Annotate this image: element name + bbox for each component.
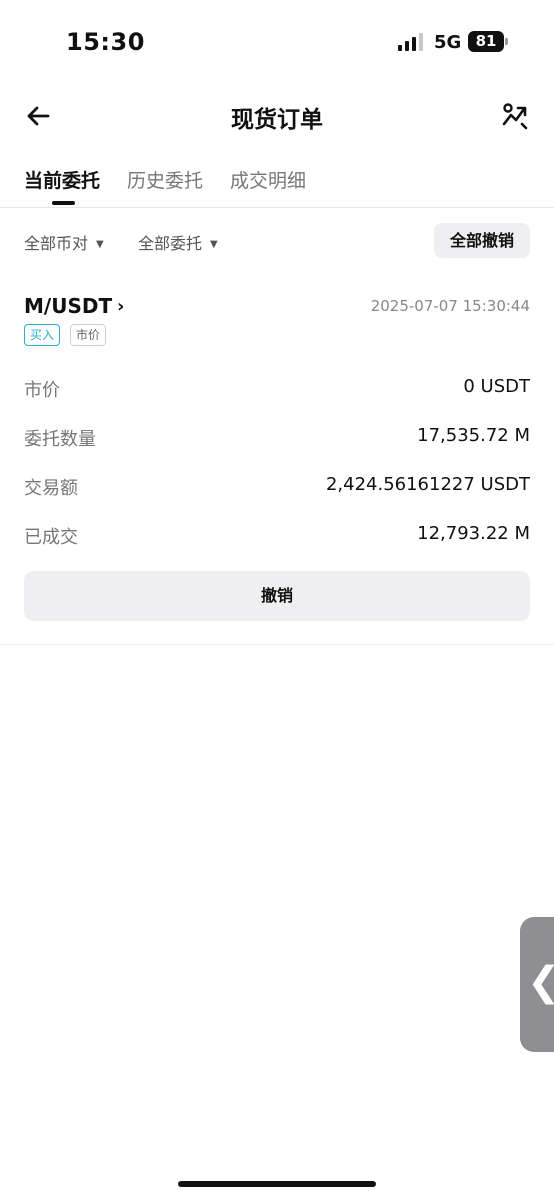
filled-label: 已成交 bbox=[24, 527, 78, 548]
order-type-badge: 市价 bbox=[70, 324, 107, 346]
chevron-left-icon: ❮ bbox=[527, 959, 554, 1005]
order-pair[interactable]: M/USDT bbox=[24, 294, 112, 318]
type-filter-label: 全部委托 bbox=[138, 234, 203, 253]
tab-order-history[interactable]: 历史委托 bbox=[127, 166, 203, 193]
cancel-all-button[interactable]: 全部撤销 bbox=[434, 223, 530, 258]
card-divider bbox=[0, 644, 554, 645]
type-filter-dropdown[interactable]: 全部委托 ▼ bbox=[138, 230, 218, 254]
order-timestamp: 2025-07-07 15:30:44 bbox=[370, 297, 530, 315]
status-time: 15:30 bbox=[66, 28, 145, 56]
status-bar: 15:30 5G 81 bbox=[0, 0, 554, 80]
trade-amount-value: 2,424.56161227 USDT bbox=[325, 474, 530, 495]
order-quantity-value: 17,535.72 M bbox=[417, 425, 530, 446]
price-label: 市价 bbox=[24, 380, 60, 401]
price-value: 0 USDT bbox=[463, 376, 530, 397]
active-tab-indicator bbox=[52, 201, 75, 205]
trade-amount-label: 交易额 bbox=[24, 478, 78, 499]
cancel-order-button[interactable]: 撤销 bbox=[24, 571, 530, 621]
tabs-divider bbox=[0, 207, 554, 208]
side-panel-handle[interactable]: ❮ bbox=[520, 917, 554, 1052]
filled-value: 12,793.22 M bbox=[417, 523, 530, 544]
tab-current-orders[interactable]: 当前委托 bbox=[24, 166, 100, 193]
battery-tip bbox=[505, 38, 508, 45]
chevron-right-icon[interactable]: › bbox=[117, 296, 124, 317]
battery-icon: 81 bbox=[468, 31, 508, 52]
order-side-badge: 买入 bbox=[24, 324, 61, 346]
page-title: 现货订单 bbox=[231, 107, 323, 133]
cellular-signal-icon bbox=[398, 33, 423, 51]
tab-trade-details[interactable]: 成交明细 bbox=[230, 166, 306, 193]
order-quantity-label: 委托数量 bbox=[24, 429, 96, 450]
pair-filter-dropdown[interactable]: 全部币对 ▼ bbox=[24, 230, 104, 254]
share-chart-icon[interactable] bbox=[500, 100, 530, 130]
home-indicator[interactable] bbox=[178, 1181, 376, 1187]
caret-down-icon: ▼ bbox=[96, 239, 104, 250]
caret-down-icon: ▼ bbox=[210, 239, 218, 250]
network-type: 5G bbox=[434, 32, 462, 53]
pair-filter-label: 全部币对 bbox=[24, 234, 89, 253]
battery-level: 81 bbox=[468, 31, 504, 52]
